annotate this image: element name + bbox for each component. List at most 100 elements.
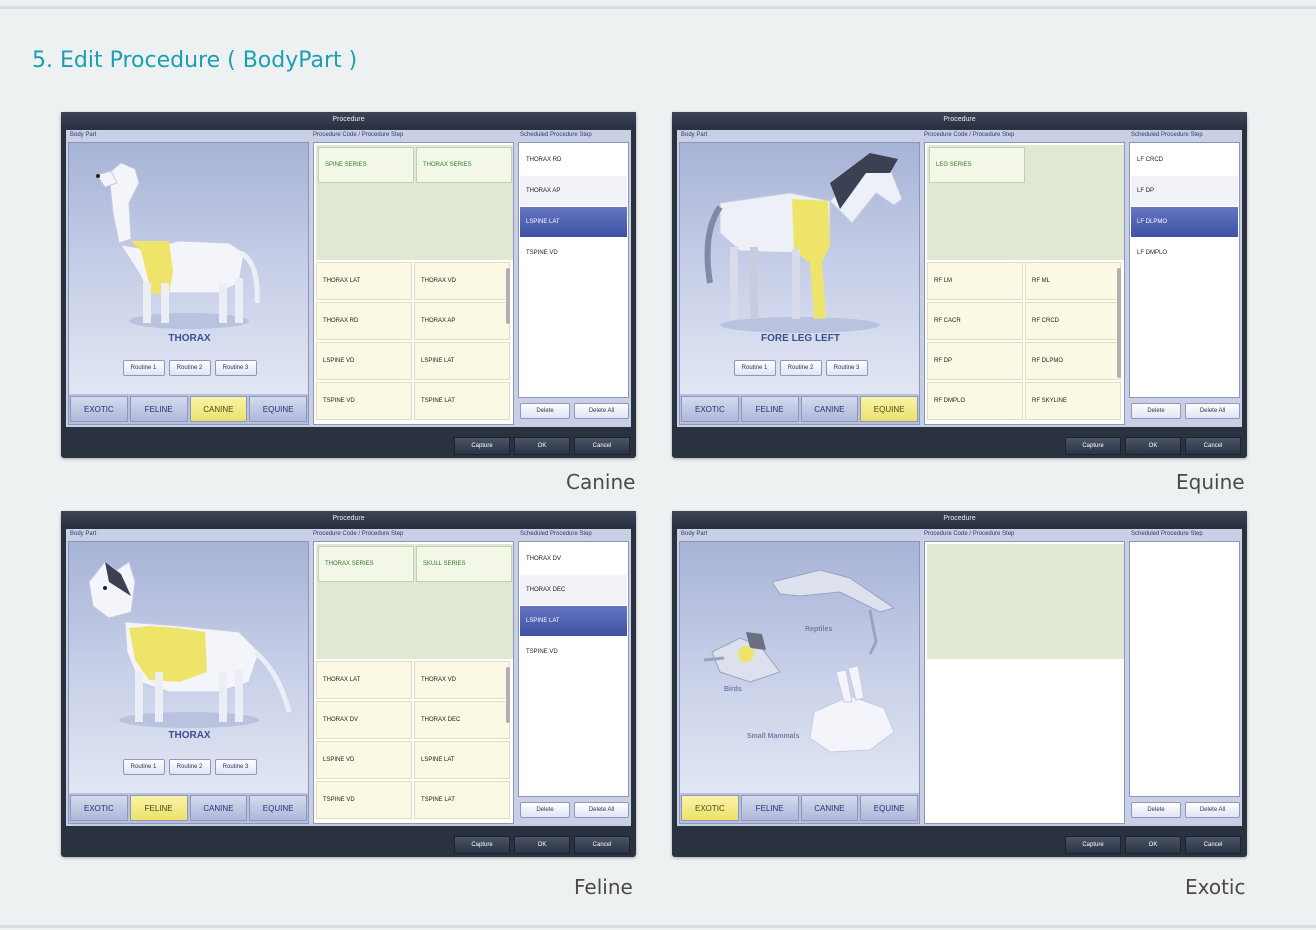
procedure-step-button[interactable]: LSPINE VD bbox=[316, 741, 412, 779]
tab-exotic[interactable]: EXOTIC bbox=[70, 396, 128, 422]
tab-canine[interactable]: CANINE bbox=[800, 396, 859, 422]
routine-2-button[interactable]: Routine 2 bbox=[168, 759, 211, 775]
delete-button[interactable]: Delete bbox=[1131, 403, 1181, 419]
procedure-step-button[interactable]: THORAX LAT bbox=[316, 262, 412, 300]
scheduled-item-selected[interactable]: LSPINE LAT bbox=[520, 606, 627, 636]
body-part-viewer[interactable]: Reptiles Birds Small Mammals EXOTIC FELI… bbox=[679, 541, 920, 824]
scheduled-item[interactable]: LF DP bbox=[1131, 176, 1238, 206]
delete-button[interactable]: Delete bbox=[520, 403, 570, 419]
tab-feline[interactable]: FELINE bbox=[129, 795, 188, 821]
body-part-viewer[interactable]: THORAX Routine 1 Routine 2 Routine 3 EXO… bbox=[68, 541, 309, 824]
routine-1-button[interactable]: Routine 1 bbox=[733, 360, 776, 376]
ok-button[interactable]: OK bbox=[1125, 437, 1181, 455]
routine-2-button[interactable]: Routine 2 bbox=[779, 360, 822, 376]
cancel-button[interactable]: Cancel bbox=[1185, 836, 1241, 854]
scheduled-item[interactable]: TSPINE VD bbox=[520, 637, 627, 667]
scheduled-item-selected[interactable]: LSPINE LAT bbox=[520, 207, 627, 237]
delete-all-button[interactable]: Delete All bbox=[574, 802, 629, 818]
procedure-step-button[interactable]: THORAX RD bbox=[316, 302, 412, 340]
delete-all-button[interactable]: Delete All bbox=[574, 403, 629, 419]
tab-exotic[interactable]: EXOTIC bbox=[70, 795, 128, 821]
capture-button[interactable]: Capture bbox=[1065, 437, 1121, 455]
series-button[interactable]: SKULL SERIES bbox=[416, 546, 512, 582]
tab-equine[interactable]: EQUINE bbox=[249, 795, 307, 821]
procedure-step-button[interactable]: RF CACR bbox=[927, 302, 1023, 340]
tab-equine[interactable]: EQUINE bbox=[860, 396, 918, 422]
cat-model-image[interactable] bbox=[69, 542, 309, 824]
scrollbar[interactable] bbox=[506, 268, 510, 324]
procedure-step-button[interactable]: TSPINE VD bbox=[316, 781, 412, 819]
tab-canine[interactable]: CANINE bbox=[189, 795, 248, 821]
procedure-step-button[interactable]: RF SKYLINE bbox=[1025, 382, 1121, 420]
procedure-step-button[interactable]: THORAX VD bbox=[414, 661, 510, 699]
procedure-step-button[interactable]: LSPINE VD bbox=[316, 342, 412, 380]
birds-label[interactable]: Birds bbox=[724, 686, 742, 693]
procedure-step-button[interactable]: TSPINE LAT bbox=[414, 781, 510, 819]
tab-exotic[interactable]: EXOTIC bbox=[681, 396, 739, 422]
procedure-step-button[interactable]: LSPINE LAT bbox=[414, 741, 510, 779]
scheduled-item[interactable]: TSPINE VD bbox=[520, 238, 627, 268]
capture-button[interactable]: Capture bbox=[454, 437, 510, 455]
procedure-step-button[interactable]: RF ML bbox=[1025, 262, 1121, 300]
procedure-step-button[interactable]: THORAX DV bbox=[316, 701, 412, 739]
exotic-animals-image[interactable] bbox=[680, 542, 920, 824]
capture-button[interactable]: Capture bbox=[454, 836, 510, 854]
body-part-viewer[interactable]: THORAX Routine 1 Routine 2 Routine 3 EXO… bbox=[68, 142, 309, 425]
routine-2-button[interactable]: Routine 2 bbox=[168, 360, 211, 376]
capture-button[interactable]: Capture bbox=[1065, 836, 1121, 854]
routine-1-button[interactable]: Routine 1 bbox=[122, 360, 165, 376]
tab-feline[interactable]: FELINE bbox=[129, 396, 188, 422]
tab-feline[interactable]: FELINE bbox=[740, 795, 799, 821]
routine-1-button[interactable]: Routine 1 bbox=[122, 759, 165, 775]
series-button[interactable]: THORAX SERIES bbox=[318, 546, 414, 582]
delete-button[interactable]: Delete bbox=[1131, 802, 1181, 818]
reptiles-label[interactable]: Reptiles bbox=[805, 626, 832, 633]
body-part-viewer[interactable]: FORE LEG LEFT Routine 1 Routine 2 Routin… bbox=[679, 142, 920, 425]
procedure-step-button[interactable]: THORAX DEC bbox=[414, 701, 510, 739]
horse-model-image[interactable] bbox=[680, 143, 920, 425]
dog-model-image[interactable] bbox=[69, 143, 309, 425]
procedure-step-button[interactable]: THORAX VD bbox=[414, 262, 510, 300]
tab-equine[interactable]: EQUINE bbox=[249, 396, 307, 422]
series-button[interactable]: THORAX SERIES bbox=[416, 147, 512, 183]
series-button[interactable]: SPINE SERIES bbox=[318, 147, 414, 183]
scheduled-item[interactable]: THORAX AP bbox=[520, 176, 627, 206]
cancel-button[interactable]: Cancel bbox=[1185, 437, 1241, 455]
ok-button[interactable]: OK bbox=[1125, 836, 1181, 854]
procedure-step-button[interactable]: RF CRCD bbox=[1025, 302, 1121, 340]
tab-exotic[interactable]: EXOTIC bbox=[681, 795, 739, 821]
scheduled-item-selected[interactable]: LF DLPMO bbox=[1131, 207, 1238, 237]
scheduled-item[interactable]: LF DMPLO bbox=[1131, 238, 1238, 268]
scheduled-item[interactable]: THORAX RD bbox=[520, 145, 627, 175]
tab-equine[interactable]: EQUINE bbox=[860, 795, 918, 821]
ok-button[interactable]: OK bbox=[514, 437, 570, 455]
scrollbar[interactable] bbox=[1117, 268, 1121, 378]
procedure-step-button[interactable]: RF DMPLO bbox=[927, 382, 1023, 420]
scheduled-item[interactable]: LF CRCD bbox=[1131, 145, 1238, 175]
delete-all-button[interactable]: Delete All bbox=[1185, 802, 1240, 818]
scheduled-item[interactable]: THORAX DEC bbox=[520, 575, 627, 605]
tab-feline[interactable]: FELINE bbox=[740, 396, 799, 422]
routine-3-button[interactable]: Routine 3 bbox=[214, 360, 257, 376]
procedure-step-button[interactable]: TSPINE VD bbox=[316, 382, 412, 420]
delete-all-button[interactable]: Delete All bbox=[1185, 403, 1240, 419]
cancel-button[interactable]: Cancel bbox=[574, 437, 630, 455]
procedure-step-button[interactable]: RF DP bbox=[927, 342, 1023, 380]
routine-3-button[interactable]: Routine 3 bbox=[214, 759, 257, 775]
routine-3-button[interactable]: Routine 3 bbox=[825, 360, 868, 376]
delete-button[interactable]: Delete bbox=[520, 802, 570, 818]
tab-canine[interactable]: CANINE bbox=[800, 795, 859, 821]
scheduled-item[interactable]: THORAX DV bbox=[520, 544, 627, 574]
procedure-step-button[interactable]: TSPINE LAT bbox=[414, 382, 510, 420]
procedure-step-button[interactable]: THORAX LAT bbox=[316, 661, 412, 699]
series-button[interactable]: LEG SERIES bbox=[929, 147, 1025, 183]
procedure-step-button[interactable]: RF LM bbox=[927, 262, 1023, 300]
scrollbar[interactable] bbox=[506, 667, 510, 723]
procedure-step-button[interactable]: THORAX AP bbox=[414, 302, 510, 340]
cancel-button[interactable]: Cancel bbox=[574, 836, 630, 854]
small-mammals-label[interactable]: Small Mammals bbox=[747, 733, 800, 740]
tab-canine[interactable]: CANINE bbox=[189, 396, 248, 422]
ok-button[interactable]: OK bbox=[514, 836, 570, 854]
procedure-step-button[interactable]: LSPINE LAT bbox=[414, 342, 510, 380]
procedure-step-button[interactable]: RF DLPMO bbox=[1025, 342, 1121, 380]
